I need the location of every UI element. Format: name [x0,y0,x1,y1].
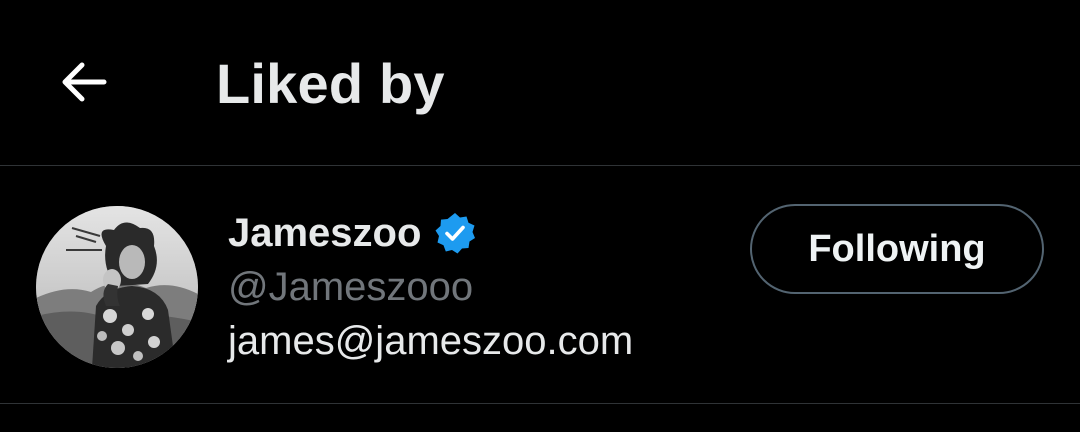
user-bio: james@jameszoo.com [228,319,634,363]
liked-by-screen: Liked by Jameszoo @Jameszooo james@james… [0,0,1080,432]
display-name[interactable]: Jameszoo [228,209,421,257]
avatar[interactable] [36,206,198,368]
following-button[interactable]: Following [750,204,1044,294]
back-button[interactable] [44,42,124,122]
page-title: Liked by [216,52,445,115]
verified-badge-icon [435,213,476,254]
arrow-left-icon [62,62,107,102]
name-line: Jameszoo [228,209,477,257]
user-list-item[interactable]: Jameszoo @Jameszooo james@jameszoo.com F… [0,167,1080,404]
user-handle: @Jameszooo [228,265,474,309]
top-app-bar: Liked by [0,0,1080,166]
profile-photo [36,206,198,368]
